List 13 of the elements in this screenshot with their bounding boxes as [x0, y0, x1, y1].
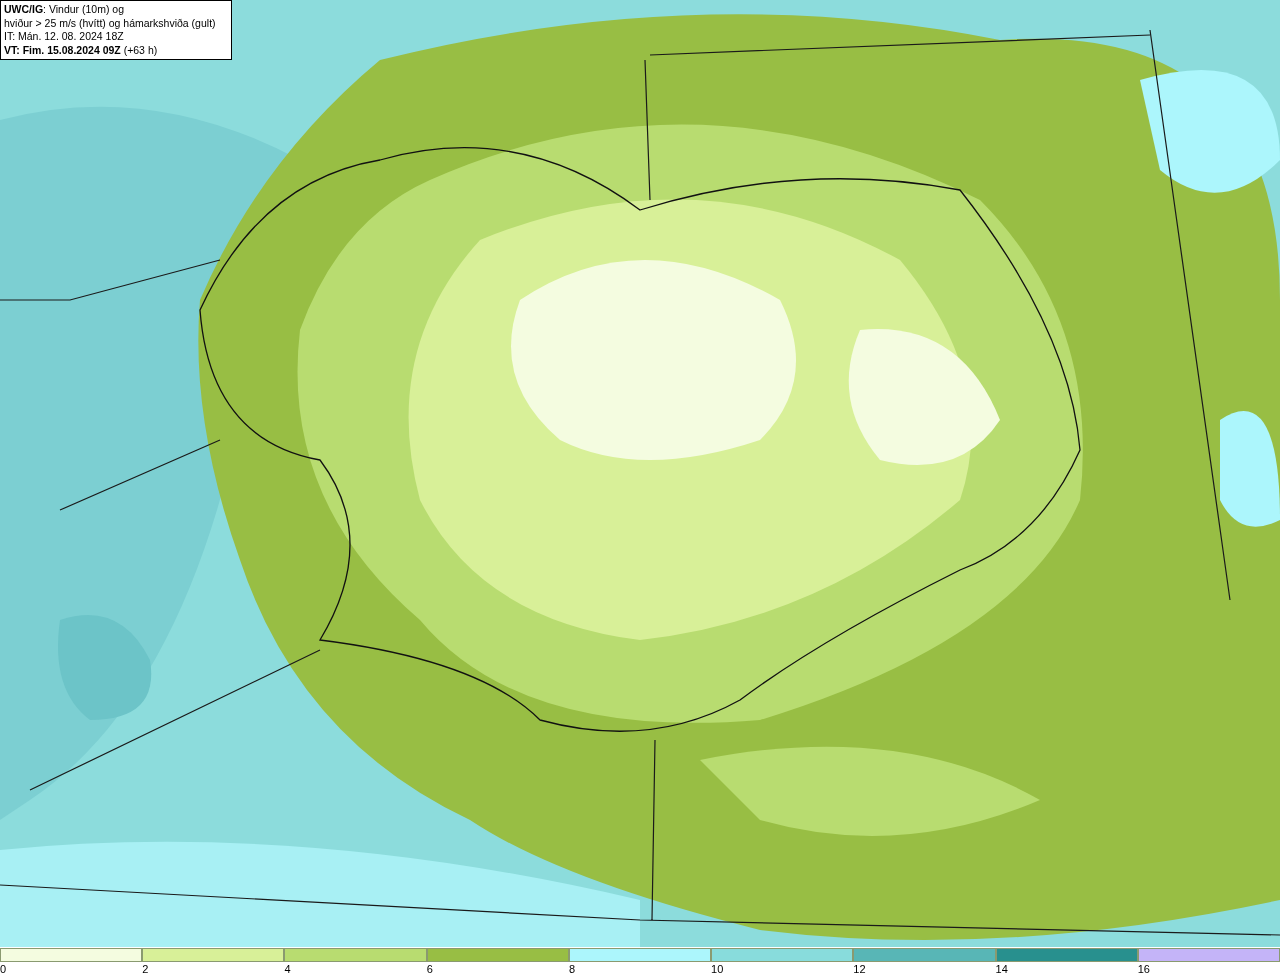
- title-line: hviður > 25 m/s (hvítt) og hámarkshviða (gult): [4, 16, 217, 30]
- legend-label: 0: [0, 963, 7, 977]
- legend-label: 8: [568, 963, 575, 977]
- title-line: VT: Fim. 15.08.2024 09Z (+63 h): [4, 43, 159, 57]
- legend-label: 6: [426, 963, 433, 977]
- legend-label: 14: [995, 963, 1008, 977]
- legend-label: 12: [853, 963, 866, 977]
- legend-label: 2: [142, 963, 149, 977]
- legend-label: 16: [1137, 963, 1150, 977]
- legend-label: 4: [284, 963, 291, 977]
- legend-label: 10: [711, 963, 724, 977]
- title-line: IT: Mán. 12. 08. 2024 18Z: [4, 30, 125, 44]
- title-line: UWC/IG: Vindur (10m) og: [4, 3, 125, 17]
